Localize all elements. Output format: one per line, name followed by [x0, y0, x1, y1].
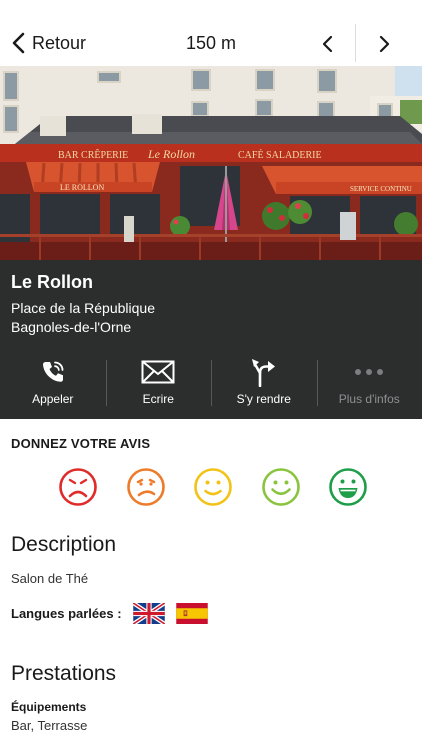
- awning-small-text: LE ROLLON: [60, 183, 104, 192]
- restaurant-facade-image: BAR CRÊPERIE Le Rollon CAFÉ SALADERIE LE…: [0, 66, 422, 260]
- awning-service-text: SERVICE CONTINU: [350, 185, 412, 193]
- chevron-right-icon: [379, 35, 390, 53]
- more-info-button[interactable]: Plus d'infos: [316, 352, 422, 414]
- rating-smileys: [58, 467, 368, 507]
- english-flag-icon: [132, 602, 165, 624]
- awning-text-right: CAFÉ SALADERIE: [238, 149, 322, 161]
- envelope-icon: [141, 360, 175, 384]
- spanish-flag-icon: [175, 602, 208, 624]
- back-button[interactable]: Retour: [10, 26, 86, 60]
- very-good-smiley-icon[interactable]: [328, 467, 368, 507]
- languages-row: Langues parlées :: [11, 601, 208, 625]
- good-smiley-icon[interactable]: [261, 467, 301, 507]
- action-bar: Appeler Ecrire S'y rendre Plus d'infos: [0, 352, 422, 414]
- place-name: Le Rollon: [11, 272, 93, 292]
- languages-label: Langues parlées :: [11, 605, 122, 621]
- equipements-value: Bar, Terrasse: [11, 718, 88, 733]
- directions-button-label: S'y rendre: [236, 392, 291, 406]
- chevron-left-icon: [12, 32, 25, 54]
- previous-item-button[interactable]: [312, 30, 342, 58]
- nav-divider: [355, 24, 356, 62]
- back-button-label: Retour: [32, 32, 87, 53]
- neutral-smiley-icon[interactable]: [193, 467, 233, 507]
- description-title: Description: [11, 533, 117, 556]
- prestations-title: Prestations: [11, 662, 117, 685]
- directions-icon: [251, 359, 275, 387]
- call-button[interactable]: Appeler: [0, 352, 106, 414]
- write-button-label: Ecrire: [142, 392, 174, 406]
- equipements-label: Équipements: [11, 700, 87, 714]
- bad-smiley-icon[interactable]: [126, 467, 166, 507]
- description-text: Salon de Thé: [11, 571, 89, 586]
- place-photo[interactable]: BAR CRÊPERIE Le Rollon CAFÉ SALADERIE LE…: [0, 66, 422, 260]
- very-bad-smiley-icon[interactable]: [58, 467, 98, 507]
- call-button-label: Appeler: [32, 392, 74, 406]
- place-address-city: Bagnoles-de-l'Orne: [11, 319, 132, 335]
- awning-sign-name: Le Rollon: [147, 147, 195, 161]
- awning-text-left: BAR CRÊPERIE: [58, 149, 128, 161]
- write-button[interactable]: Ecrire: [105, 352, 212, 414]
- place-info-panel: Le Rollon Place de la République Bagnole…: [0, 260, 422, 419]
- place-address-street: Place de la République: [11, 300, 155, 316]
- phone-icon: [42, 361, 64, 382]
- chevron-left-icon: [322, 35, 333, 53]
- next-item-button[interactable]: [370, 30, 400, 58]
- directions-button[interactable]: S'y rendre: [211, 352, 317, 414]
- top-navigation-bar: Retour 150 m: [0, 0, 422, 66]
- more-dots-icon: [355, 369, 384, 375]
- rating-title: DONNEZ VOTRE AVIS: [11, 436, 151, 451]
- more-info-button-label: Plus d'infos: [338, 392, 400, 406]
